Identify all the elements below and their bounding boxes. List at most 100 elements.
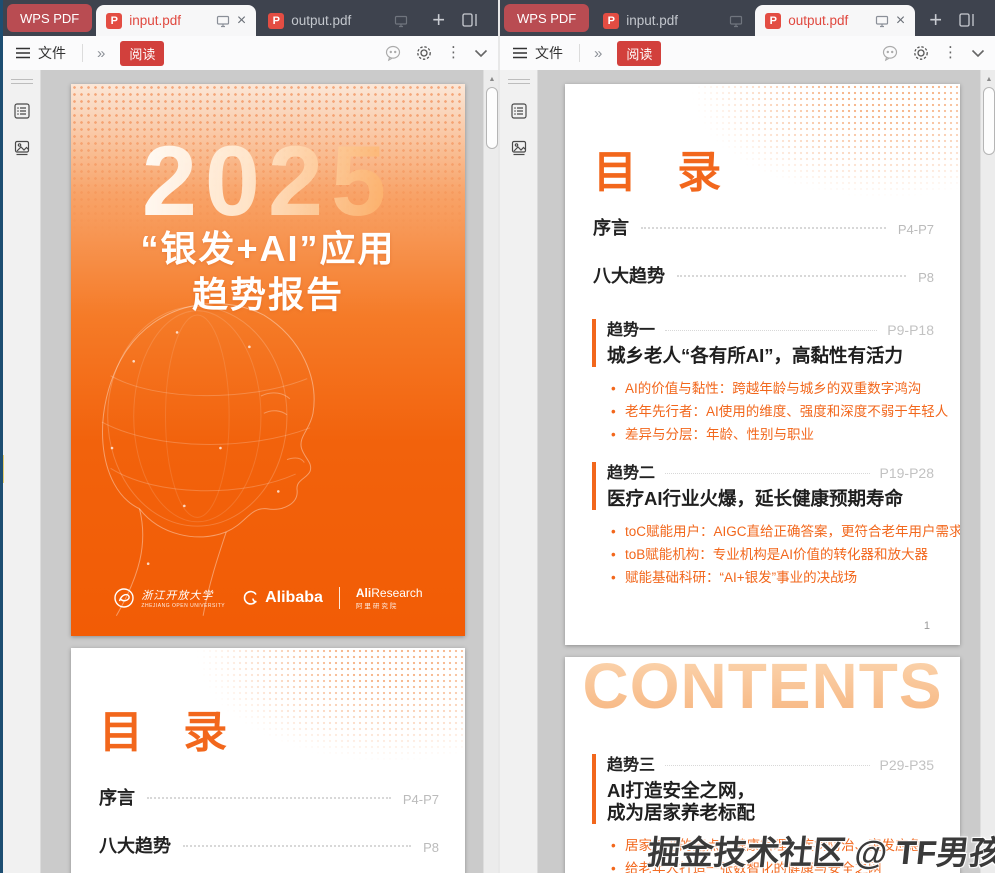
pdf-file-icon: P <box>106 12 123 29</box>
pdf-file-icon: P <box>765 12 782 29</box>
scroll-up-arrow[interactable]: ▲ <box>981 70 995 83</box>
pdf-file-icon: P <box>268 12 285 29</box>
feedback-icon[interactable] <box>384 44 402 62</box>
toolbar: 文件 » 阅读 ⋮ <box>500 36 995 71</box>
more-options-icon[interactable]: ⋮ <box>446 45 461 60</box>
chevron-down-icon[interactable] <box>971 49 985 58</box>
toc-entry: 序言 P4-P7 <box>99 784 439 810</box>
tab-list-icon[interactable] <box>461 12 479 28</box>
wps-pdf-menu-button[interactable]: WPS PDF <box>7 4 93 32</box>
pdf-page-cover: 2025 “银发+AI”应用 趋势报告 浙江开放大学 ZHEJIANG OPEN… <box>71 84 465 636</box>
toolbar-divider <box>579 44 580 62</box>
pdf-file-icon: P <box>603 12 620 29</box>
dotted-leader <box>665 473 870 474</box>
trend-bullet: 赋能基础科研：“AI+银发”事业的决战场 <box>609 566 934 589</box>
wps-pdf-menu-button[interactable]: WPS PDF <box>504 4 590 32</box>
dotted-leader <box>665 330 878 331</box>
dotted-leader <box>147 797 391 799</box>
wps-window-output: WPS PDF P input.pdf P output.pdf × + 文件 … <box>498 0 995 873</box>
wireframe-head-graphic <box>101 303 315 617</box>
gear-icon[interactable] <box>415 44 433 62</box>
trend-bullet: 老年先行者：AI使用的维度、强度和深度不弱于年轻人 <box>609 400 948 423</box>
vertical-scrollbar[interactable]: ▲ <box>980 70 995 873</box>
outline-panel-icon[interactable] <box>509 101 529 121</box>
toc-title: 目 录 <box>593 148 736 197</box>
tab-bar: WPS PDF P input.pdf × P output.pdf + <box>3 0 500 36</box>
trend-pages: P19-P28 <box>879 465 934 481</box>
close-tab-icon[interactable]: × <box>896 12 905 29</box>
trend-subtitle: 城乡老人“各有所AI”，高黏性有活力 <box>607 345 904 366</box>
read-mode-button[interactable]: 阅读 <box>120 40 165 66</box>
site-watermark: 掘金技术社区 @ TF男孩 <box>645 834 995 871</box>
trend-label: 趋势一 <box>607 322 656 339</box>
alibaba-logo: Alibaba <box>241 588 323 608</box>
thumbnails-panel-icon[interactable] <box>509 138 529 158</box>
sidebar-collapse-handle[interactable] <box>10 79 33 84</box>
trend-bullet: toC赋能用户：AIGC直给正确答案，更符合老年用户需求 <box>609 520 960 543</box>
monitor-icon[interactable] <box>394 14 408 28</box>
trend-pages: P29-P35 <box>879 757 934 773</box>
tab-input-pdf[interactable]: P input.pdf <box>593 5 753 36</box>
trend-label: 趋势三 <box>607 757 656 774</box>
document-viewport: 目 录 序言 P4-P7 八大趋势 P8 趋势一 P9-P18 城乡老人“各有所… <box>500 70 995 873</box>
tab-output-pdf[interactable]: P output.pdf × <box>755 5 916 36</box>
cover-title-line1: “银发+AI”应用 <box>140 228 396 269</box>
feedback-icon[interactable] <box>881 44 899 62</box>
trend-bullets: AI的价值与黏性：跨越年龄与城乡的双重数字鸿沟 老年先行者：AI使用的维度、强度… <box>609 377 948 446</box>
scrollbar-thumb[interactable] <box>486 87 498 149</box>
toc-entry: 八大趋势 P8 <box>99 832 439 858</box>
screenshot-stage: WPS PDF P input.pdf × P output.pdf + 文件 … <box>0 0 995 873</box>
thumbnails-panel-icon[interactable] <box>12 138 32 158</box>
publisher-logos: 浙江开放大学 ZHEJIANG OPEN UNIVERSITY Alibaba … <box>71 586 465 610</box>
read-mode-button[interactable]: 阅读 <box>617 40 662 66</box>
university-logo: 浙江开放大学 ZHEJIANG OPEN UNIVERSITY <box>113 587 225 609</box>
monitor-icon[interactable] <box>875 14 889 28</box>
toc-entry-pages: P4-P7 <box>402 792 439 807</box>
toc-entry: 八大趋势 P8 <box>593 262 934 288</box>
monitor-icon[interactable] <box>216 14 230 28</box>
dotted-leader <box>183 845 412 847</box>
dotted-leader <box>665 765 870 766</box>
contents-watermark: CONTENTS <box>565 657 960 723</box>
file-menu-button[interactable]: 文件 <box>15 43 66 63</box>
tab-output-pdf[interactable]: P output.pdf <box>258 5 418 36</box>
dotted-leader <box>677 275 907 277</box>
tab-input-pdf[interactable]: P input.pdf × <box>96 5 257 36</box>
file-menu-button[interactable]: 文件 <box>512 43 563 63</box>
toc-trend-1: 趋势一 P9-P18 城乡老人“各有所AI”，高黏性有活力 AI的价值与黏性：跨… <box>592 316 948 446</box>
university-emblem-icon <box>114 588 135 608</box>
tab-list-icon[interactable] <box>958 12 976 28</box>
file-menu-label: 文件 <box>38 45 66 61</box>
logo-divider <box>338 587 340 609</box>
more-options-icon[interactable]: ⋮ <box>943 45 958 60</box>
tab-bar: WPS PDF P input.pdf P output.pdf × + <box>500 0 995 36</box>
expand-toolbar-button[interactable]: » <box>594 45 602 62</box>
scrollbar-thumb[interactable] <box>983 87 995 155</box>
toc-entry-label: 序言 <box>99 788 135 808</box>
toc-entry: 序言 P4-P7 <box>593 214 934 240</box>
trend-bullet: AI的价值与黏性：跨越年龄与城乡的双重数字鸿沟 <box>609 377 934 400</box>
aliresearch-bold: Ali <box>355 586 372 600</box>
trend-subtitle: AI打造安全之网， 成为居家养老标配 <box>607 780 756 823</box>
file-menu-label: 文件 <box>535 45 563 61</box>
new-tab-button[interactable]: + <box>929 9 942 31</box>
toc-title: 目 录 <box>99 708 242 757</box>
gear-icon[interactable] <box>912 44 930 62</box>
trend-bullet: 差异与分层：年龄、性别与职业 <box>609 423 934 446</box>
toc-entry-label: 序言 <box>593 218 629 238</box>
university-name-cn: 浙江开放大学 <box>141 590 214 602</box>
hamburger-icon <box>513 47 527 59</box>
expand-toolbar-button[interactable]: » <box>97 45 105 62</box>
sidebar-collapse-handle[interactable] <box>507 79 530 84</box>
university-name-en: ZHEJIANG OPEN UNIVERSITY <box>141 603 226 609</box>
aliresearch-logo: AliResearch 阿里研究院 <box>356 586 423 610</box>
alibaba-wordmark: Alibaba <box>265 589 323 606</box>
outline-panel-icon[interactable] <box>12 101 32 121</box>
close-tab-icon[interactable]: × <box>237 12 246 29</box>
new-tab-button[interactable]: + <box>432 9 445 31</box>
hamburger-icon <box>16 47 30 59</box>
monitor-icon[interactable] <box>729 14 743 28</box>
chevron-down-icon[interactable] <box>474 49 488 58</box>
toolbar: 文件 » 阅读 ⋮ <box>3 36 500 71</box>
tab-label: input.pdf <box>626 13 679 28</box>
